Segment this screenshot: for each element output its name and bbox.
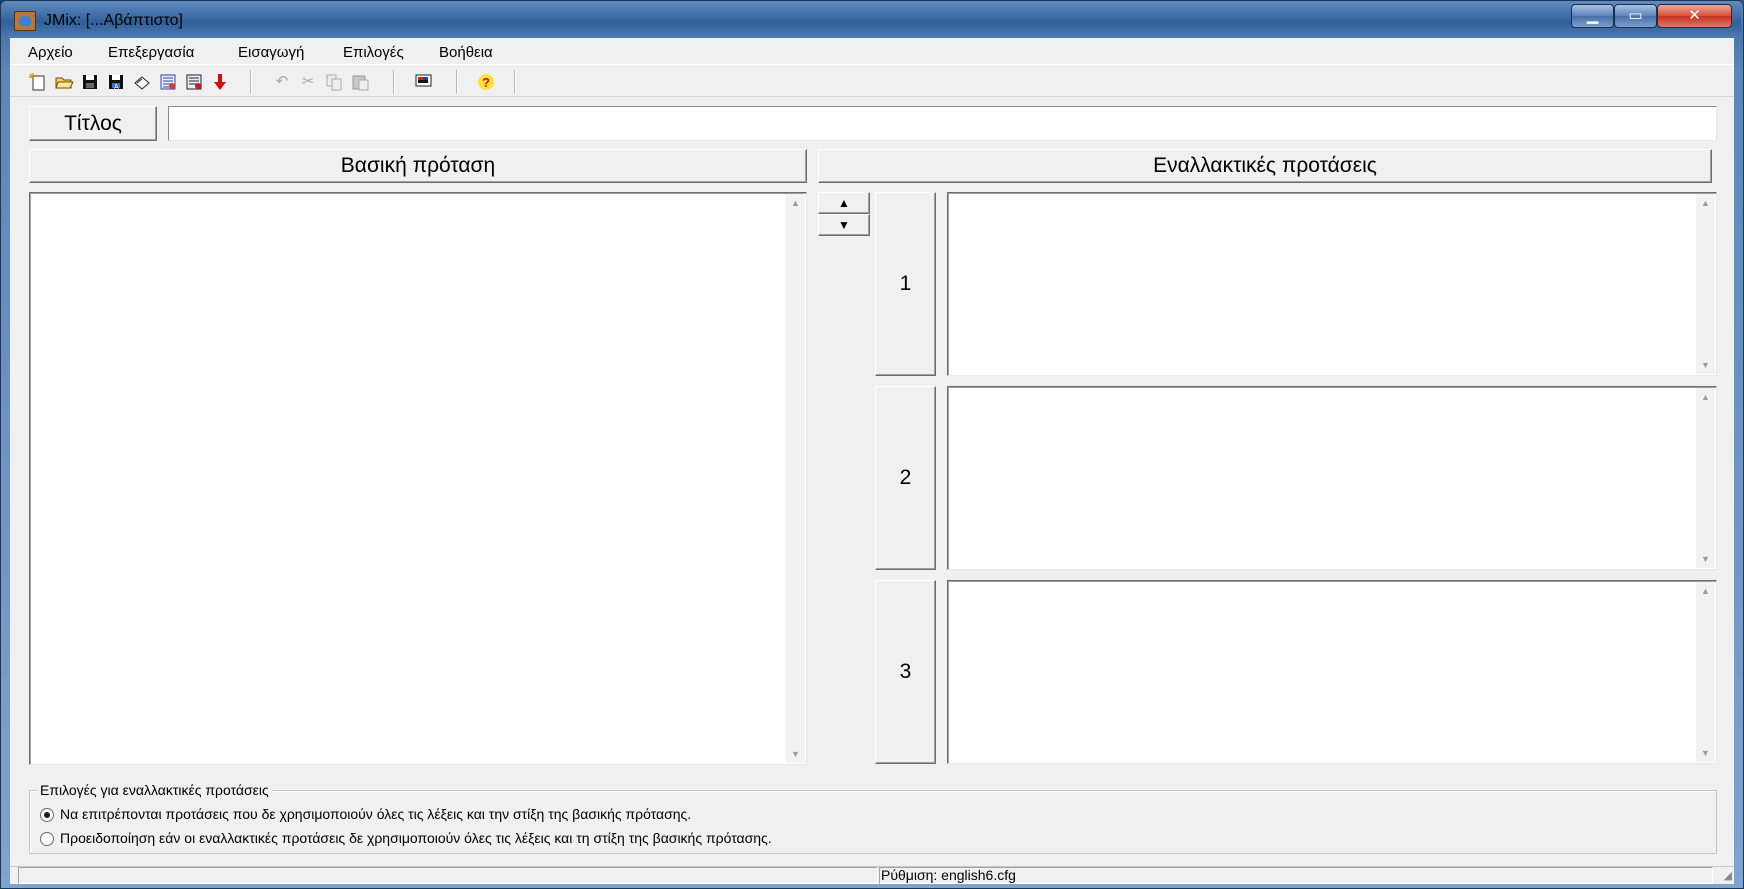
toolbar-separator — [514, 70, 516, 94]
eraser-icon[interactable] — [132, 72, 152, 92]
app-icon[interactable] — [14, 11, 36, 31]
status-panel-left — [18, 867, 878, 884]
scroll-up-icon[interactable]: ▲ — [1696, 195, 1715, 211]
alternative-2-scrollbar[interactable]: ▲ ▼ — [1696, 388, 1715, 568]
drag-drop-page-icon[interactable] — [184, 72, 204, 92]
main-sentence-textarea[interactable]: ▲ ▼ — [29, 192, 807, 765]
resize-grip-icon[interactable]: ◢ — [1716, 868, 1732, 884]
down-arrow-icon[interactable] — [210, 72, 230, 92]
web-page-icon[interactable] — [158, 72, 178, 92]
paste-icon[interactable] — [350, 72, 370, 92]
window-title: JMix: [...Αβάπτιστο] — [44, 12, 183, 29]
scroll-up-icon[interactable]: ▲ — [1696, 583, 1715, 599]
save-icon[interactable] — [80, 72, 100, 92]
config-icon[interactable] — [414, 72, 434, 92]
alternative-1-textarea[interactable]: ▲ ▼ — [947, 192, 1717, 376]
scroll-down-icon[interactable]: ▼ — [786, 746, 805, 762]
alternative-3-scrollbar[interactable]: ▲ ▼ — [1696, 582, 1715, 762]
alternative-1-button[interactable]: 1 — [875, 192, 936, 376]
scroll-up-icon[interactable]: ▲ — [786, 195, 805, 211]
help-icon[interactable]: ? — [476, 72, 496, 92]
alternative-2-textarea[interactable]: ▲ ▼ — [947, 386, 1717, 570]
save-as-icon[interactable]: A — [106, 72, 126, 92]
alternative-3-textarea[interactable]: ▲ ▼ — [947, 580, 1717, 764]
warn-incomplete-label: Προειδοποίηση εάν οι εναλλακτικές προτάσ… — [60, 830, 772, 846]
scroll-up-icon[interactable]: ▲ — [1696, 389, 1715, 405]
move-down-button[interactable]: ▼ — [818, 214, 870, 236]
toolbar-separator — [393, 70, 395, 94]
status-config: Ρύθμιση: english6.cfg — [879, 867, 1713, 884]
toolbar-separator — [456, 70, 458, 94]
svg-text:?: ? — [482, 75, 490, 90]
alternative-2-button[interactable]: 2 — [875, 386, 936, 570]
svg-text:A: A — [114, 84, 119, 91]
alternative-sentences-header: Εναλλακτικές προτάσεις — [818, 149, 1712, 183]
scroll-down-icon[interactable]: ▼ — [1696, 357, 1715, 373]
scroll-down-icon[interactable]: ▼ — [1696, 745, 1715, 761]
new-file-icon[interactable] — [28, 72, 48, 92]
menu-bar: Αρχείο Επεξεργασία Εισαγωγή Επιλογές Βοή… — [10, 40, 1734, 64]
options-group-label: Επιλογές για εναλλακτικές προτάσεις — [37, 782, 272, 798]
minimize-button[interactable]: ▁ — [1571, 4, 1614, 28]
toolbar: A ↶ ✂ ? — [10, 64, 1734, 97]
cut-icon[interactable]: ✂ — [298, 72, 318, 92]
close-button[interactable]: ✕ — [1657, 4, 1732, 28]
main-scrollbar[interactable]: ▲ ▼ — [786, 194, 805, 763]
toolbar-separator — [250, 70, 252, 94]
maximize-button[interactable]: ▭ — [1614, 4, 1657, 28]
main-sentence-header: Βασική πρόταση — [29, 149, 807, 183]
menu-help[interactable]: Βοήθεια — [439, 44, 493, 61]
copy-icon[interactable] — [324, 72, 344, 92]
menu-insert[interactable]: Εισαγωγή — [238, 44, 304, 61]
menu-file[interactable]: Αρχείο — [28, 44, 73, 61]
undo-icon[interactable]: ↶ — [272, 72, 292, 92]
open-folder-icon[interactable] — [54, 72, 74, 92]
radio-button-checked[interactable] — [40, 808, 54, 822]
scroll-down-icon[interactable]: ▼ — [1696, 551, 1715, 567]
title-bar[interactable] — [1, 1, 1741, 38]
move-up-button[interactable]: ▲ — [818, 192, 870, 214]
title-input[interactable] — [168, 106, 1717, 141]
title-button[interactable]: Τίτλος — [29, 106, 157, 141]
allow-incomplete-label: Να επιτρέπονται προτάσεις που δε χρησιμο… — [60, 806, 692, 822]
alternative-1-scrollbar[interactable]: ▲ ▼ — [1696, 194, 1715, 374]
menu-options[interactable]: Επιλογές — [343, 44, 404, 61]
alternative-3-button[interactable]: 3 — [875, 580, 936, 764]
menu-edit[interactable]: Επεξεργασία — [108, 44, 194, 61]
radio-button[interactable] — [40, 832, 54, 846]
